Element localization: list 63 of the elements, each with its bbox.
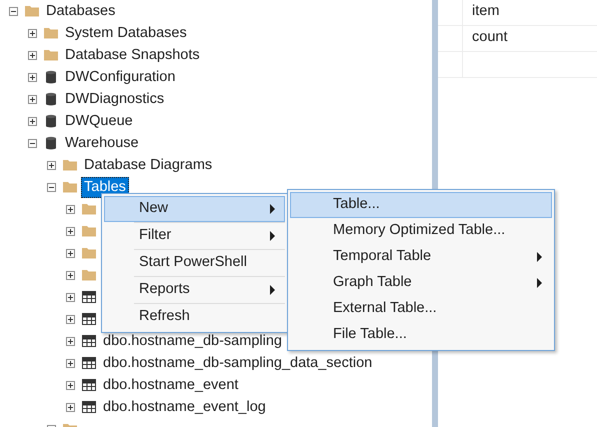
expand-icon[interactable]	[66, 358, 75, 368]
folder-icon	[43, 25, 59, 41]
tree-item[interactable]: dbo.hostname_event_log	[100, 396, 269, 418]
collapse-icon[interactable]	[9, 6, 18, 16]
menu-item[interactable]: Graph Table	[290, 270, 552, 296]
tree-item[interactable]: Database Diagrams	[81, 154, 216, 176]
menu-item[interactable]: New	[104, 196, 285, 222]
menu-item[interactable]: Temporal Table	[290, 244, 552, 270]
menu-item[interactable]: File Table...	[290, 322, 552, 348]
folder-icon	[24, 3, 40, 19]
table-icon	[81, 289, 97, 305]
tree-item[interactable]: dbo.hostname_event	[100, 374, 242, 396]
tree-item[interactable]: DWDiagnostics	[62, 88, 168, 110]
menu-item[interactable]: Table...	[290, 192, 552, 218]
folder-icon	[43, 47, 59, 63]
expand-icon[interactable]	[66, 248, 75, 258]
table-icon	[81, 399, 97, 415]
database-icon	[43, 135, 59, 151]
expand-icon[interactable]	[47, 160, 56, 170]
database-icon	[43, 113, 59, 129]
tree-item[interactable]: DWQueue	[62, 110, 136, 132]
table-icon	[81, 377, 97, 393]
tree-item[interactable]: DWConfiguration	[62, 66, 178, 88]
expand-icon[interactable]	[66, 226, 75, 236]
menu-item[interactable]: Reports	[104, 277, 285, 303]
collapse-icon[interactable]	[28, 138, 37, 148]
expand-icon[interactable]	[66, 292, 75, 302]
collapse-icon[interactable]	[47, 182, 56, 192]
table-cell-text: count	[471, 28, 508, 47]
expand-icon[interactable]	[66, 402, 75, 412]
folder-icon	[81, 223, 97, 239]
expand-icon[interactable]	[28, 72, 37, 82]
table-icon	[81, 311, 97, 327]
table-icon	[81, 333, 97, 349]
tree-item[interactable]: System Databases	[62, 22, 190, 44]
expand-icon[interactable]	[66, 336, 75, 346]
menu-item[interactable]: Start PowerShell	[104, 250, 285, 276]
table-icon	[81, 355, 97, 371]
expand-icon[interactable]	[28, 28, 37, 38]
menu-item[interactable]: Filter	[104, 223, 285, 249]
tree-item[interactable]: dbo.hostname_db-sampling	[100, 330, 285, 352]
database-icon	[43, 91, 59, 107]
menu-item[interactable]: Refresh	[104, 304, 285, 330]
database-icon	[43, 69, 59, 85]
tree-item[interactable]: Warehouse	[62, 132, 142, 154]
table-cell-text: item	[471, 2, 500, 21]
menu-item[interactable]: Memory Optimized Table...	[290, 218, 552, 244]
expand-icon[interactable]	[66, 314, 75, 324]
expand-icon[interactable]	[66, 270, 75, 280]
expand-icon[interactable]	[28, 116, 37, 126]
tree-item[interactable]: Database Snapshots	[62, 44, 203, 66]
tree-item[interactable]: dbo.hostname_db-sampling_data_section	[100, 352, 376, 374]
tree-item[interactable]: Databases	[43, 0, 118, 22]
folder-icon	[62, 179, 78, 195]
folder-icon	[62, 157, 78, 173]
expand-icon[interactable]	[66, 204, 75, 214]
menu-item[interactable]: External Table...	[290, 296, 552, 322]
expand-icon[interactable]	[28, 50, 37, 60]
folder-icon	[81, 267, 97, 283]
expand-icon[interactable]	[66, 380, 75, 390]
expand-icon[interactable]	[28, 94, 37, 104]
folder-icon	[81, 245, 97, 261]
folder-icon	[81, 201, 97, 217]
